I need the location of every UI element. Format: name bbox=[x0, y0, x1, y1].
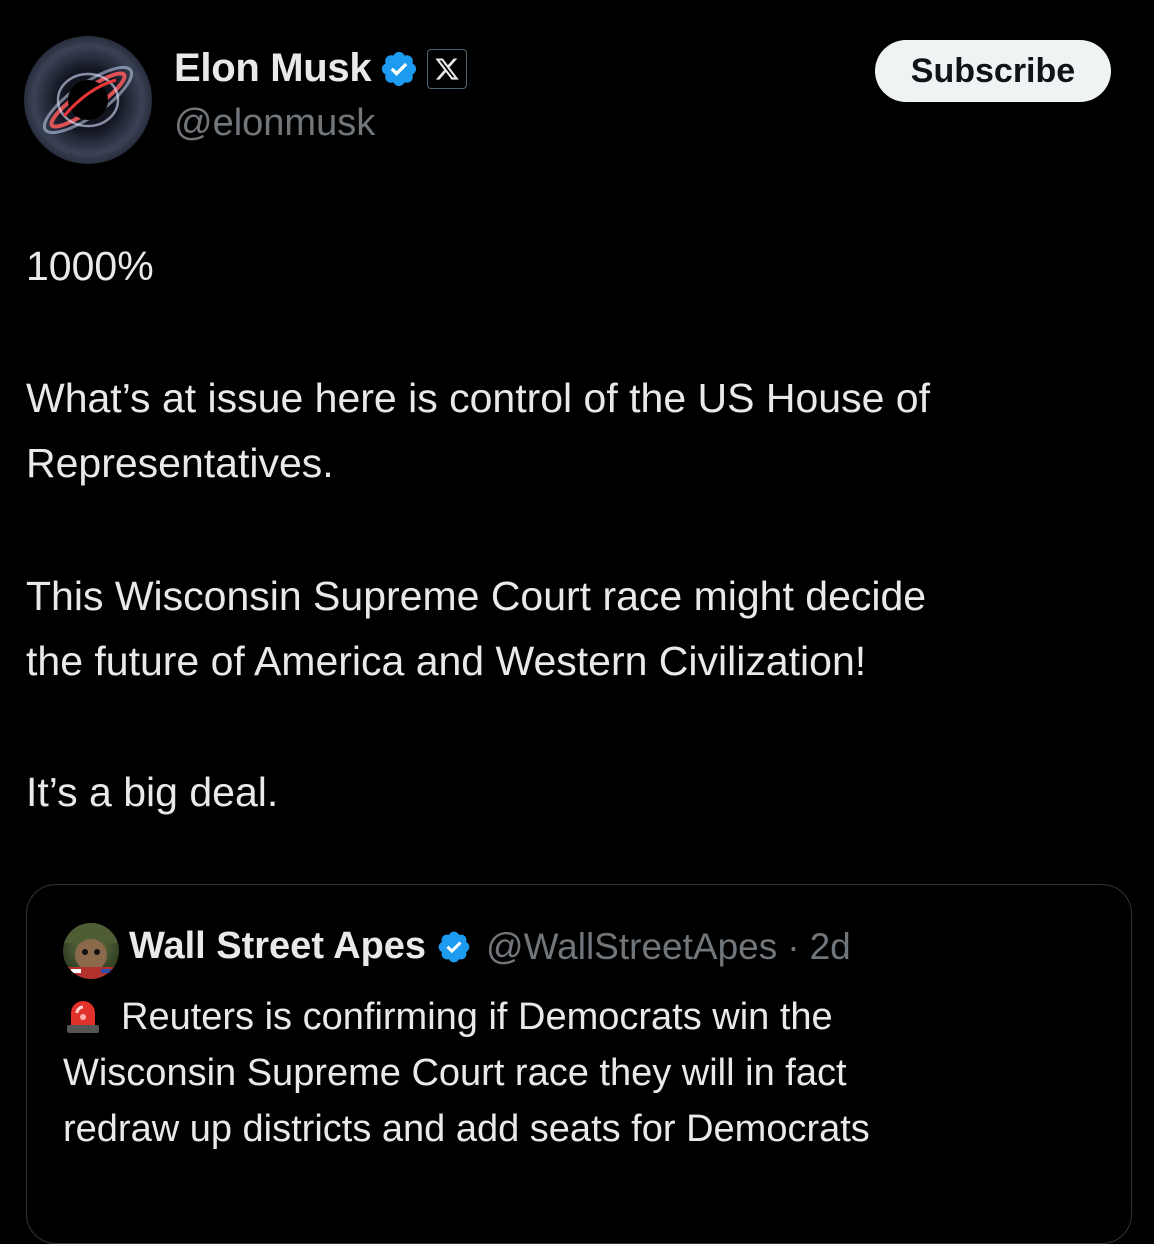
verified-badge-icon[interactable] bbox=[436, 929, 472, 965]
author-handle[interactable]: @elonmusk bbox=[174, 102, 375, 145]
quoted-post-card[interactable]: Wall Street Apes @WallStreetApes · 2d Re… bbox=[26, 884, 1132, 1244]
post-line: Representatives. bbox=[26, 440, 334, 486]
post-paragraph-3: This Wisconsin Supreme Court race might … bbox=[26, 564, 926, 694]
quote-line: redraw up districts and add seats for De… bbox=[63, 1108, 870, 1150]
meta-separator: · bbox=[787, 925, 800, 967]
x-logo-icon[interactable] bbox=[427, 48, 468, 89]
quote-timestamp[interactable]: 2d bbox=[810, 926, 851, 968]
quote-header: Wall Street Apes @WallStreetApes · 2d bbox=[129, 925, 851, 968]
x-logo-glyph bbox=[435, 57, 460, 80]
subscribe-button[interactable]: Subscribe bbox=[875, 40, 1111, 102]
black-hole-image bbox=[42, 65, 134, 135]
ape-avatar-image bbox=[63, 923, 119, 979]
quote-author-avatar[interactable] bbox=[63, 923, 119, 979]
quote-author-handle[interactable]: @WallStreetApes bbox=[486, 926, 777, 968]
author-name[interactable]: Elon Musk bbox=[174, 46, 372, 91]
post-line: the future of America and Western Civili… bbox=[26, 638, 867, 684]
post-paragraph-2: What’s at issue here is control of the U… bbox=[26, 366, 930, 496]
quote-line: Wisconsin Supreme Court race they will i… bbox=[63, 1052, 847, 1094]
quote-author-name[interactable]: Wall Street Apes bbox=[129, 925, 426, 968]
siren-icon bbox=[67, 1001, 99, 1033]
author-name-row: Elon Musk bbox=[174, 46, 468, 91]
quote-line: Reuters is confirming if Democrats win t… bbox=[121, 996, 833, 1038]
post-line: What’s at issue here is control of the U… bbox=[26, 375, 930, 421]
post-paragraph-4: It’s a big deal. bbox=[26, 769, 279, 815]
author-avatar[interactable] bbox=[24, 36, 152, 164]
verified-badge-icon[interactable] bbox=[379, 49, 419, 89]
post-paragraph-1: 1000% bbox=[26, 243, 154, 289]
quote-text: Reuters is confirming if Democrats win t… bbox=[63, 989, 1113, 1157]
post-line: This Wisconsin Supreme Court race might … bbox=[26, 573, 927, 619]
